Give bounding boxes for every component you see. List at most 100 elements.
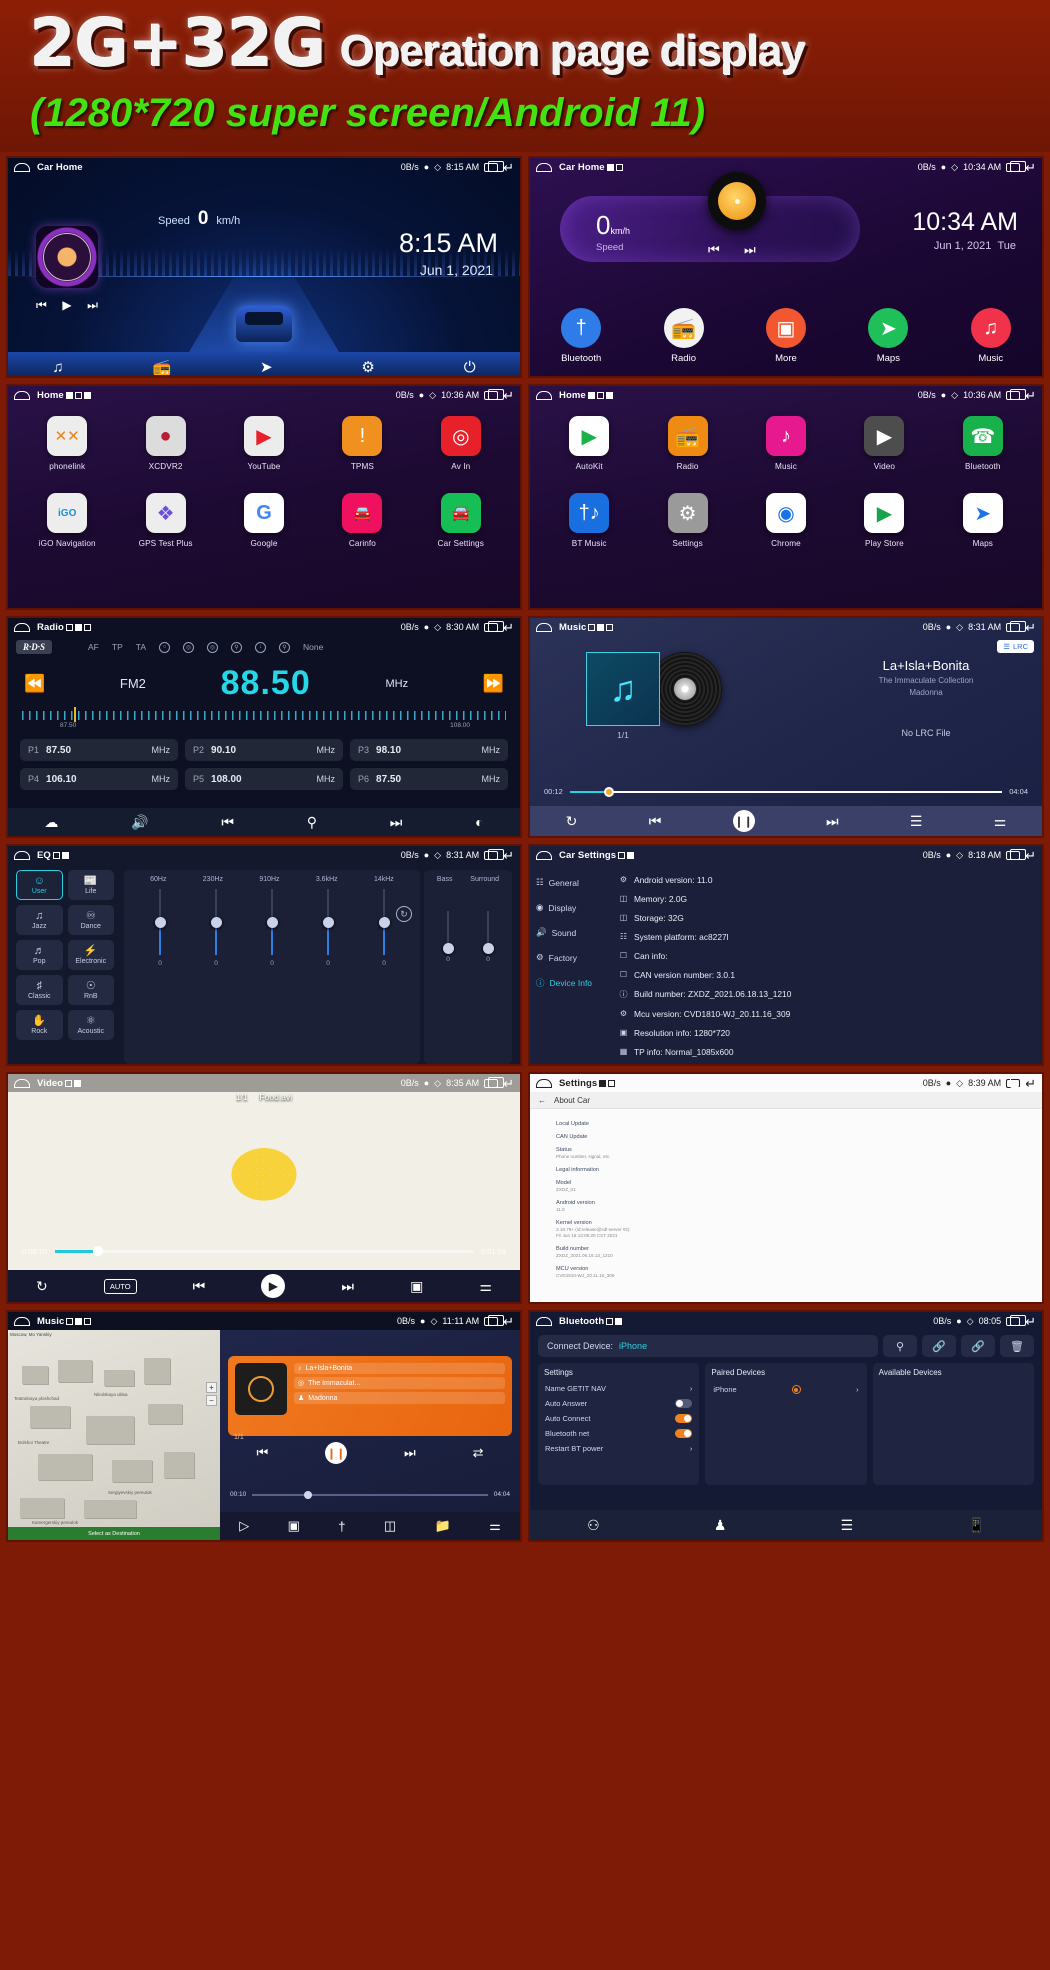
recents-icon[interactable]	[484, 160, 505, 172]
nav-item-general[interactable]: ☷ General	[530, 870, 616, 895]
map-view[interactable]: Moscow, Mo Yanskiy Teatralnaya ploshchad…	[8, 1330, 220, 1540]
dialpad-icon[interactable]: ⚇	[587, 1517, 600, 1534]
slider-handle[interactable]	[378, 917, 390, 928]
panel-bluetooth[interactable]: Bluetooth 0B/s ● ◇ 08:05 ↵ Connect Devic…	[528, 1310, 1044, 1542]
back-icon[interactable]: ↵	[503, 849, 514, 862]
device-icon[interactable]: ▣	[288, 1518, 300, 1534]
setting-auto-answer[interactable]: Auto Answer	[544, 1396, 693, 1411]
play-icon[interactable]: ▷	[239, 1518, 249, 1534]
slider-handle[interactable]	[266, 917, 278, 928]
previous-icon[interactable]: ⏮	[221, 814, 234, 831]
recents-icon[interactable]	[1006, 620, 1027, 632]
connect-device-field[interactable]: Connect Device: iPhone	[538, 1335, 878, 1357]
about-row[interactable]: Status Phone number, signal, etc.	[556, 1147, 1026, 1160]
previous-icon[interactable]: ⏮	[193, 1278, 206, 1295]
panel-app-drawer-left[interactable]: Home 0B/s ● ◇ 10:36 AM ↵ ✕✕ phonelink ● …	[6, 384, 522, 610]
recents-icon[interactable]	[1006, 1076, 1027, 1088]
screen-icon[interactable]: ▣	[410, 1278, 423, 1295]
app-video[interactable]: ▶ Video	[847, 416, 921, 471]
call-log-icon[interactable]: ☰	[841, 1517, 854, 1534]
eq-slider[interactable]: 0	[208, 889, 224, 967]
dock-bar[interactable]: ▷ ▣ † ◫ 📁 ⚌	[220, 1512, 520, 1540]
home-icon[interactable]	[14, 1316, 30, 1326]
eq-preset-pop[interactable]: ♬ Pop	[16, 940, 63, 970]
home-icon[interactable]	[14, 390, 30, 400]
nav-item-sound[interactable]: 🔊 Sound	[530, 920, 616, 945]
panel-music-map[interactable]: Music 0B/s ● ◇ 11:11 AM ↵ Moscow, Mo Yan…	[6, 1310, 522, 1542]
dock-bar[interactable]: ⚇ ♟ ☰ 📱	[530, 1510, 1042, 1540]
back-icon[interactable]: ↵	[1025, 849, 1036, 862]
previous-icon[interactable]: ⏮	[256, 1445, 268, 1461]
nav-item-display[interactable]: ◉ Display	[530, 895, 616, 920]
dock-bar[interactable]: ↻ AUTO ⏮ ▶ ⏭ ▣ ⚌	[8, 1270, 520, 1302]
folder-icon[interactable]: 📁	[435, 1518, 451, 1534]
equalizer-icon[interactable]: ⚌	[489, 1518, 501, 1534]
auto-button[interactable]: AUTO	[103, 1278, 137, 1294]
about-row[interactable]: MCU version CVD1810-WJ_20.11.16_309	[556, 1266, 1026, 1279]
recents-icon[interactable]	[1006, 160, 1027, 172]
back-icon[interactable]: ↵	[1025, 389, 1036, 402]
eq-preset-user[interactable]: ☺ User	[16, 870, 63, 900]
reset-icon[interactable]: ↻	[396, 906, 412, 922]
equalizer-icon[interactable]: ⚌	[994, 813, 1007, 830]
back-icon[interactable]: ↵	[1025, 1315, 1036, 1328]
app-tpms[interactable]: ! TPMS	[325, 416, 399, 471]
app-settings[interactable]: ⚙ Settings	[651, 493, 725, 548]
recents-icon[interactable]	[484, 388, 505, 400]
app-phonelink[interactable]: ✕✕ phonelink	[30, 416, 104, 471]
back-icon[interactable]: ↵	[1025, 621, 1036, 634]
app-play-store[interactable]: ▶ Play Store	[847, 493, 921, 548]
zoom-out-icon[interactable]: −	[206, 1395, 217, 1406]
download-icon[interactable]: ↓	[255, 641, 266, 653]
next-icon[interactable]: ⏭	[87, 298, 98, 313]
home-icon[interactable]	[536, 162, 552, 172]
app-avin[interactable]: ◎ Av In	[424, 416, 498, 471]
app-gps-test-plus[interactable]: ❖ GPS Test Plus	[129, 493, 203, 548]
panel-car-settings[interactable]: Car Settings 0B/s ● ◇ 8:18 AM ↵ ☷ General	[528, 844, 1044, 1066]
next-icon[interactable]: ⏭	[404, 1445, 416, 1461]
eq-slider[interactable]: 0	[152, 889, 168, 967]
about-row[interactable]: Model ZXDZ_01	[556, 1180, 1026, 1193]
sd-card-icon[interactable]: ◫	[384, 1518, 396, 1534]
app-chrome[interactable]: ◉ Chrome	[749, 493, 823, 548]
lrc-button[interactable]: ☰ LRC	[997, 640, 1034, 653]
bass-slider[interactable]: 0	[440, 911, 456, 963]
panel-video[interactable]: Video 0B/s ● ◇ 8:35 AM ↵ 1/1 Food.avi 0:…	[6, 1072, 522, 1304]
panel-car-home-blue[interactable]: Car Home 0B/s ● ◇ 8:15 AM ↵ Speed 0 km/h	[6, 156, 522, 378]
power-icon[interactable]: ⏻	[464, 359, 476, 376]
previous-icon[interactable]: ⏮	[708, 242, 720, 258]
panel-app-drawer-right[interactable]: Home 0B/s ● ◇ 10:36 AM ↵ ▶ AutoKit 📻 Rad…	[528, 384, 1044, 610]
panel-equalizer[interactable]: EQ 0B/s ● ◇ 8:31 AM ↵ ☺ User 📰 Life ♫ Ja…	[6, 844, 522, 1066]
eq-preset-classic[interactable]: ♯ Classic	[16, 975, 63, 1005]
seek-handle[interactable]	[92, 1246, 103, 1256]
home-icon[interactable]	[14, 850, 30, 860]
app-google[interactable]: G Google	[227, 493, 301, 548]
back-arrow-icon[interactable]: ←	[538, 1096, 546, 1105]
toggle-switch[interactable]	[675, 1429, 693, 1438]
seek-bar[interactable]	[55, 1246, 473, 1256]
eq-preset-life[interactable]: 📰 Life	[67, 870, 114, 900]
rds-ta-button[interactable]: TA	[136, 642, 146, 652]
previous-icon[interactable]: ⏮	[649, 813, 662, 830]
recents-icon[interactable]	[1006, 388, 1027, 400]
contacts-icon[interactable]: ♟	[714, 1517, 727, 1534]
about-row[interactable]: Android version 11.0	[556, 1200, 1026, 1213]
home-icon[interactable]	[14, 622, 30, 632]
tune-up-icon[interactable]: ⏩	[483, 674, 504, 694]
repeat-icon[interactable]: ↻	[36, 1278, 48, 1295]
eq-preset-acoustic[interactable]: ⚛ Acoustic	[67, 1010, 114, 1040]
surround-slider[interactable]: 0	[480, 911, 496, 963]
setting-auto-connect[interactable]: Auto Connect	[544, 1411, 693, 1426]
setting-restart-bt[interactable]: Restart BT power ›	[544, 1441, 693, 1456]
gear-icon[interactable]: ⚙	[361, 358, 374, 376]
home-icon[interactable]	[536, 850, 552, 860]
mute-icon[interactable]: 🔊	[131, 814, 148, 831]
recents-icon[interactable]	[484, 1076, 505, 1088]
pause-icon[interactable]: ❙❙	[732, 810, 755, 832]
recents-icon[interactable]	[484, 620, 505, 632]
previous-icon[interactable]: ⏮	[36, 298, 47, 313]
dial-cursor[interactable]	[74, 707, 76, 722]
app-carinfo[interactable]: 🚘 Carinfo	[325, 493, 399, 548]
radio-icon[interactable]: 📻	[152, 358, 171, 376]
rds-af-button[interactable]: AF	[88, 642, 99, 652]
